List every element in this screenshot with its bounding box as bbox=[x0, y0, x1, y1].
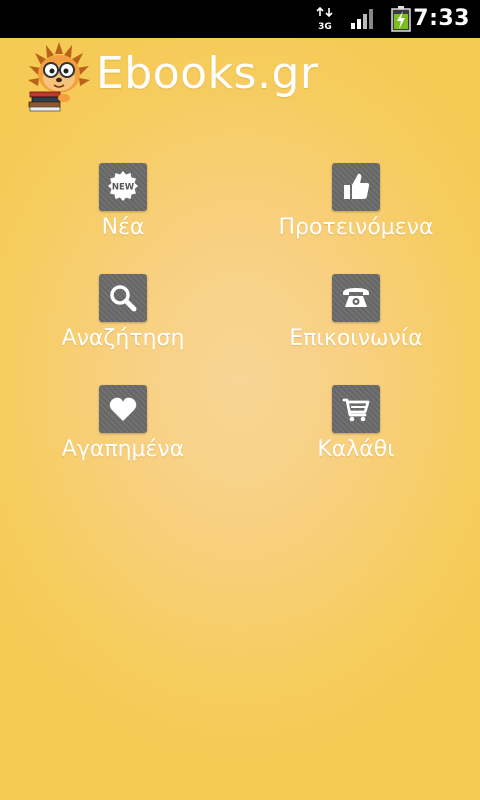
app-title: Ebooks.gr bbox=[96, 48, 319, 99]
menu-item-recommended[interactable]: Προτεινόμενα bbox=[246, 163, 466, 273]
app-screen: 3G 7:33 Ebooks.gr NEW Νέα Προτεινόμενα Α… bbox=[0, 0, 480, 800]
thumbs-up-icon bbox=[344, 173, 370, 199]
menu-label-new: Νέα bbox=[101, 215, 145, 240]
menu-tile-contact[interactable] bbox=[332, 274, 380, 322]
menu-label-search: Αναζήτηση bbox=[61, 326, 185, 351]
menu-tile-cart[interactable] bbox=[332, 385, 380, 433]
menu-tile-favorites[interactable] bbox=[99, 385, 147, 433]
menu-tile-search[interactable] bbox=[99, 274, 147, 322]
menu-tile-recommended[interactable] bbox=[332, 163, 380, 211]
status-clock: 7:33 bbox=[413, 6, 470, 31]
menu-item-contact[interactable]: Επικοινωνία bbox=[246, 274, 466, 384]
hedgehog-logo-icon bbox=[28, 42, 90, 112]
menu-tile-new[interactable]: NEW bbox=[99, 163, 147, 211]
network-3g-icon: 3G bbox=[316, 7, 333, 31]
menu-item-search[interactable]: Αναζήτηση bbox=[13, 274, 233, 384]
network-type-label: 3G bbox=[318, 22, 332, 31]
menu-label-recommended: Προτεινόμενα bbox=[278, 215, 434, 240]
search-icon bbox=[110, 285, 137, 312]
menu-item-new[interactable]: NEW Νέα bbox=[13, 163, 233, 273]
telephone-icon bbox=[343, 288, 369, 307]
menu-label-cart: Καλάθι bbox=[317, 437, 395, 462]
menu-label-contact: Επικοινωνία bbox=[289, 326, 423, 351]
heart-icon bbox=[109, 397, 137, 421]
signal-strength-icon bbox=[351, 9, 373, 29]
battery-charging-icon bbox=[391, 6, 411, 32]
menu-item-cart[interactable]: Καλάθι bbox=[246, 385, 466, 495]
menu-label-favorites: Αγαπημένα bbox=[61, 437, 185, 462]
app-header: Ebooks.gr bbox=[0, 38, 480, 118]
status-bar: 3G 7:33 bbox=[0, 0, 480, 38]
new-badge-text: NEW bbox=[112, 183, 135, 193]
shopping-cart-icon bbox=[342, 398, 370, 422]
new-badge-icon: NEW bbox=[108, 171, 138, 201]
menu-item-favorites[interactable]: Αγαπημένα bbox=[13, 385, 233, 495]
